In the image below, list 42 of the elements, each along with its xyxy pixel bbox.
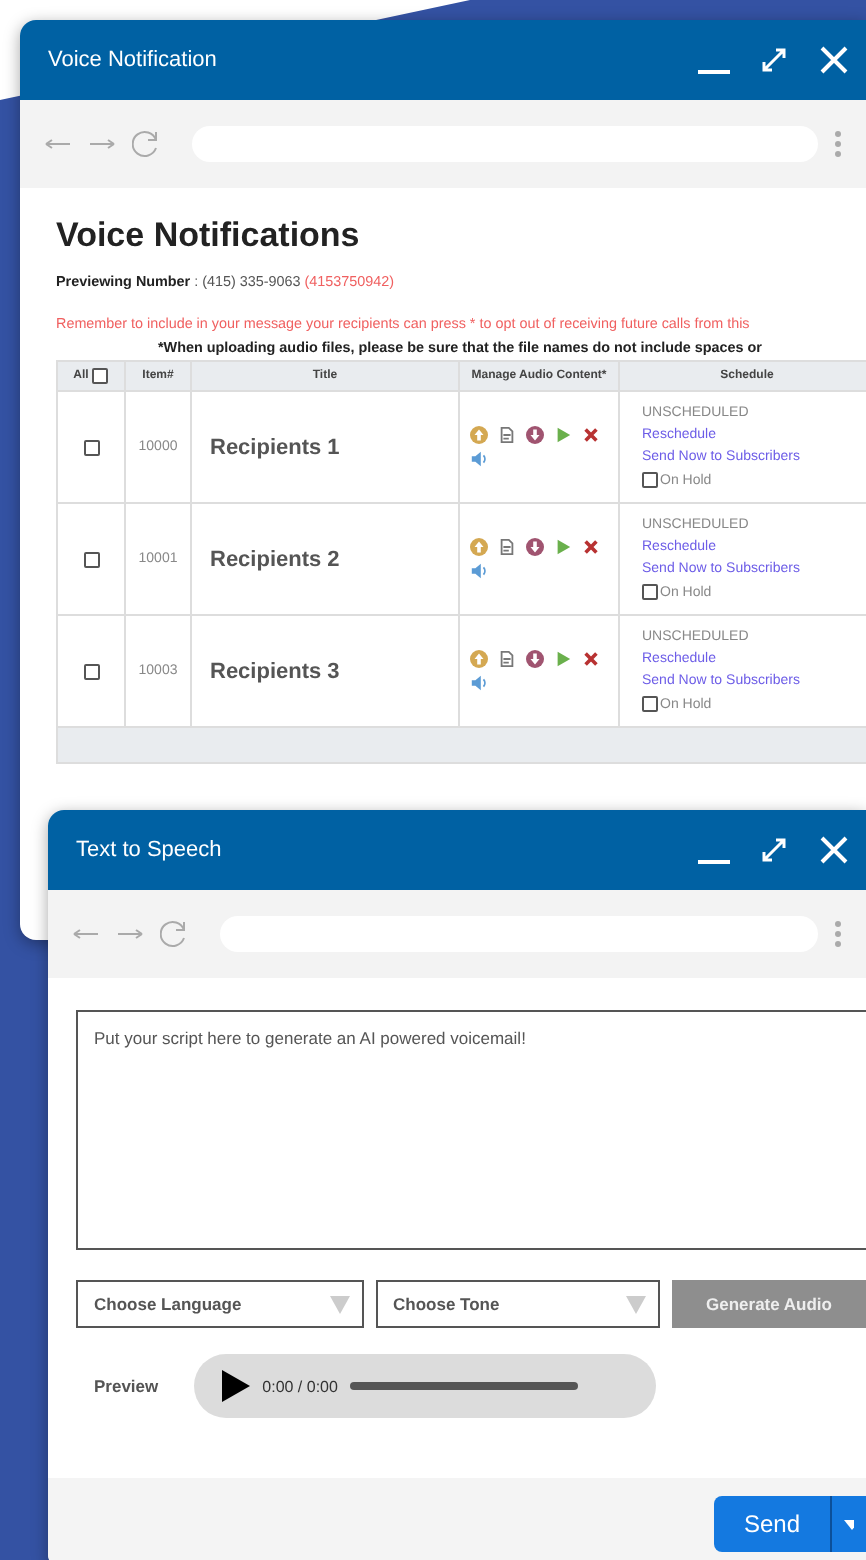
- speaker-icon[interactable]: [470, 562, 488, 580]
- recipient-title: Recipients 3: [208, 659, 340, 683]
- download-icon[interactable]: [526, 538, 544, 556]
- close-icon[interactable]: [818, 834, 850, 866]
- delete-icon[interactable]: [582, 538, 600, 556]
- play-icon[interactable]: [222, 1370, 251, 1402]
- download-icon[interactable]: [526, 426, 544, 444]
- send-button[interactable]: Send: [714, 1496, 830, 1552]
- delete-icon[interactable]: [582, 426, 600, 444]
- script-field[interactable]: Put your script here to generate an AI powered voicemail!: [76, 1010, 866, 1250]
- document-icon[interactable]: [498, 426, 516, 444]
- download-icon[interactable]: [526, 650, 544, 668]
- recipient-title: Recipients 1: [208, 435, 340, 459]
- document-icon[interactable]: [498, 538, 516, 556]
- on-hold-checkbox[interactable]: [642, 696, 658, 712]
- send-options-button[interactable]: [830, 1496, 866, 1552]
- tone-dropdown[interactable]: Choose Tone: [375, 1280, 660, 1328]
- generate-audio-button[interactable]: Generate Audio: [672, 1280, 866, 1328]
- close-icon[interactable]: [818, 44, 850, 76]
- row-checkbox[interactable]: [83, 663, 99, 679]
- caret-icon: [329, 1295, 349, 1313]
- delete-icon[interactable]: [582, 650, 600, 668]
- row-checkbox[interactable]: [83, 551, 99, 567]
- on-hold-checkbox[interactable]: [642, 472, 658, 488]
- document-icon[interactable]: [498, 650, 516, 668]
- maximize-icon[interactable]: [758, 834, 790, 866]
- page-title: Voice Notifications: [56, 216, 362, 256]
- speaker-icon[interactable]: [470, 674, 488, 692]
- on-hold-checkbox[interactable]: [642, 584, 658, 600]
- select-all-checkbox[interactable]: [92, 368, 109, 384]
- recipient-title: Recipients 2: [208, 547, 340, 571]
- window-title: Voice Notification: [48, 48, 219, 72]
- progress-track[interactable]: [349, 1382, 578, 1390]
- caret-icon: [844, 1519, 854, 1529]
- language-dropdown[interactable]: Choose Language: [76, 1280, 363, 1328]
- playback-time: 0:00 / 0:00: [262, 1377, 338, 1395]
- preview-label: Preview: [94, 1376, 159, 1396]
- speaker-icon[interactable]: [470, 450, 488, 468]
- maximize-icon[interactable]: [758, 44, 790, 76]
- caret-icon: [626, 1295, 646, 1313]
- window-title: Text to Speech: [76, 838, 224, 862]
- row-checkbox[interactable]: [83, 439, 99, 455]
